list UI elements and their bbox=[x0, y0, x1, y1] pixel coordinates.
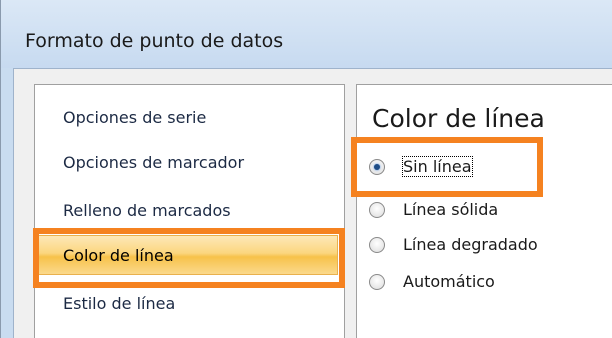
radio-label: Sin línea bbox=[402, 156, 473, 177]
radio-gradient-line[interactable]: Línea degradado bbox=[369, 233, 599, 259]
radio-button[interactable] bbox=[369, 202, 385, 218]
nav-item-series-options[interactable]: Opciones de serie bbox=[35, 97, 344, 137]
radio-label: Línea sólida bbox=[403, 200, 499, 219]
nav-item-line-color[interactable]: Color de línea bbox=[35, 235, 338, 275]
nav-item-label: Estilo de línea bbox=[63, 294, 176, 313]
radio-button-checked[interactable] bbox=[369, 159, 385, 175]
radio-label: Línea degradado bbox=[403, 235, 538, 254]
radio-solid-line[interactable]: Línea sólida bbox=[369, 198, 599, 224]
radio-button[interactable] bbox=[369, 274, 385, 290]
nav-item-marker-fill[interactable]: Relleno de marcados bbox=[35, 190, 344, 230]
nav-item-label: Opciones de serie bbox=[63, 108, 207, 127]
category-list: Opciones de serie Opciones de marcador R… bbox=[34, 84, 345, 338]
title-bar[interactable]: Formato de punto de datos bbox=[1, 0, 612, 68]
nav-item-marker-options[interactable]: Opciones de marcador bbox=[35, 142, 344, 182]
radio-automatic[interactable]: Automático bbox=[369, 270, 599, 296]
radio-dot-icon bbox=[374, 164, 380, 170]
nav-item-label: Color de línea bbox=[63, 246, 174, 265]
section-heading: Color de línea bbox=[372, 104, 545, 133]
nav-item-line-style[interactable]: Estilo de línea bbox=[35, 283, 344, 323]
window-title: Formato de punto de datos bbox=[25, 30, 284, 52]
radio-no-line[interactable]: Sin línea bbox=[369, 155, 599, 181]
radio-button[interactable] bbox=[369, 237, 385, 253]
radio-label: Automático bbox=[403, 272, 495, 291]
nav-item-label: Relleno de marcados bbox=[63, 201, 231, 220]
dialog-window: Formato de punto de datos Opciones de se… bbox=[0, 0, 612, 338]
nav-item-label: Opciones de marcador bbox=[63, 153, 245, 172]
